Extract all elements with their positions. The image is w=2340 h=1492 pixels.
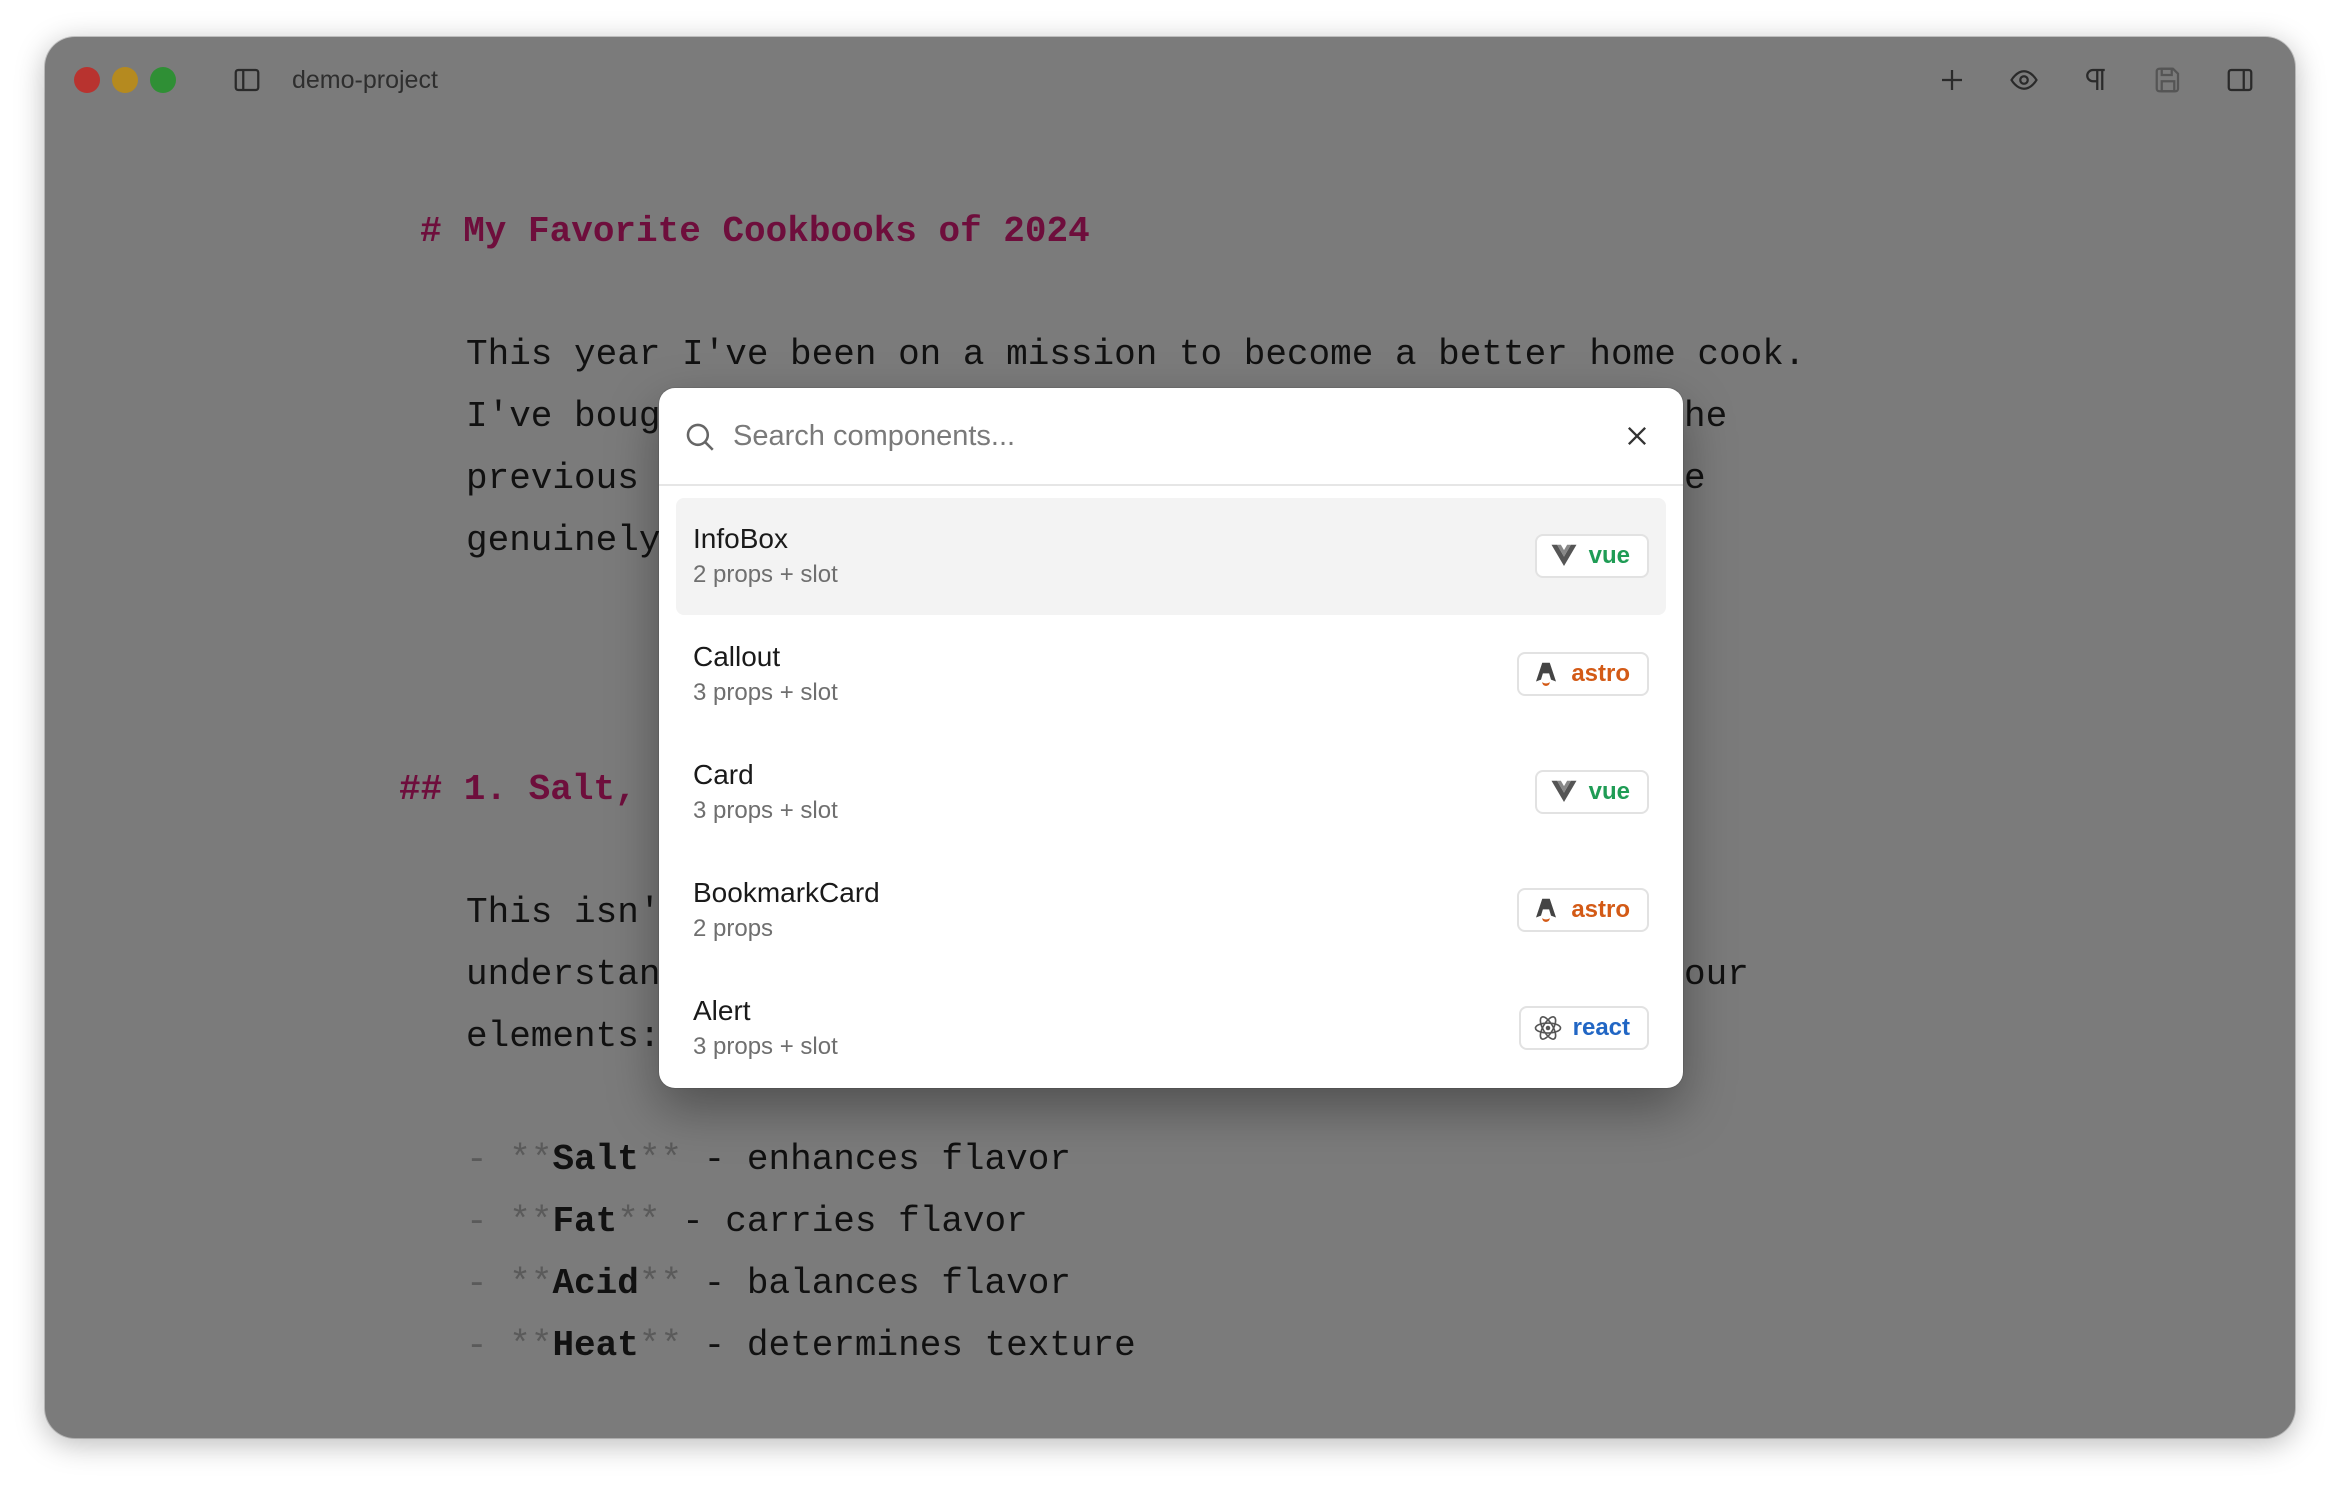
search-icon [686,423,714,451]
search-row [659,388,1683,486]
component-name: Callout [693,641,781,672]
paragraph-line: This isn' [466,892,661,933]
astro-icon [1536,662,1557,686]
framework-badge: react [1518,1006,1649,1050]
component-item-callout[interactable]: Callout 3 props + slot astro [676,616,1666,733]
react-icon [1534,1016,1561,1040]
component-meta: 2 props [693,915,774,942]
paragraph-line: genuinely [466,520,661,561]
component-meta: 3 props + slot [693,679,838,706]
component-meta: 3 props + slot [693,1033,838,1060]
list-item: - **Acid** - balances flavor [466,1263,1071,1304]
vue-icon [1551,780,1577,802]
paragraph-line: understan [466,954,661,995]
component-name: BookmarkCard [693,877,880,908]
heading-1: # My Favorite Cookbooks of 2024 [420,211,1090,252]
search-input[interactable] [733,410,1593,462]
component-name: Alert [693,995,751,1026]
component-item-card[interactable]: Card 3 props + slot vue [676,734,1666,851]
component-name: Card [693,759,754,790]
component-name: InfoBox [693,523,788,554]
paragraph-line: previous [466,458,661,499]
close-icon [1628,427,1646,445]
heading-2: ## 1. Salt, [399,769,637,810]
component-item-bookmarkcard[interactable]: BookmarkCard 2 props astro [676,852,1666,969]
vue-icon [1551,544,1577,566]
paragraph-line: elements: [466,1016,661,1057]
paragraph-line-tail: he [1684,396,1728,437]
paragraph-line: I've boug [466,396,661,437]
paragraph-line: This year I've been on a mission to beco… [466,334,1806,375]
paragraph-line-tail: e [1684,458,1706,499]
app-window: demo-project # My Favorite Cookbooks of … [45,37,2295,1438]
paragraph-line-tail: our [1684,954,1749,995]
close-button[interactable] [1621,420,1653,452]
framework-badge: astro [1517,888,1649,932]
component-meta: 2 props + slot [693,561,838,588]
component-meta: 3 props + slot [693,797,838,824]
list-item: - **Salt** - enhances flavor [466,1139,1071,1180]
component-list: InfoBox 2 props + slot vue Callout 3 pro… [676,498,1666,1088]
component-search-modal: InfoBox 2 props + slot vue Callout 3 pro… [659,388,1683,1088]
astro-icon [1536,898,1557,922]
framework-badge: vue [1534,534,1649,578]
list-item: - **Heat** - determines texture [466,1325,1136,1366]
component-item-alert[interactable]: Alert 3 props + slot react [676,970,1666,1087]
component-item-infobox[interactable]: InfoBox 2 props + slot vue [676,498,1666,615]
framework-badge: astro [1517,652,1649,696]
framework-badge: vue [1534,770,1649,814]
list-item: - **Fat** - carries flavor [466,1201,1028,1242]
